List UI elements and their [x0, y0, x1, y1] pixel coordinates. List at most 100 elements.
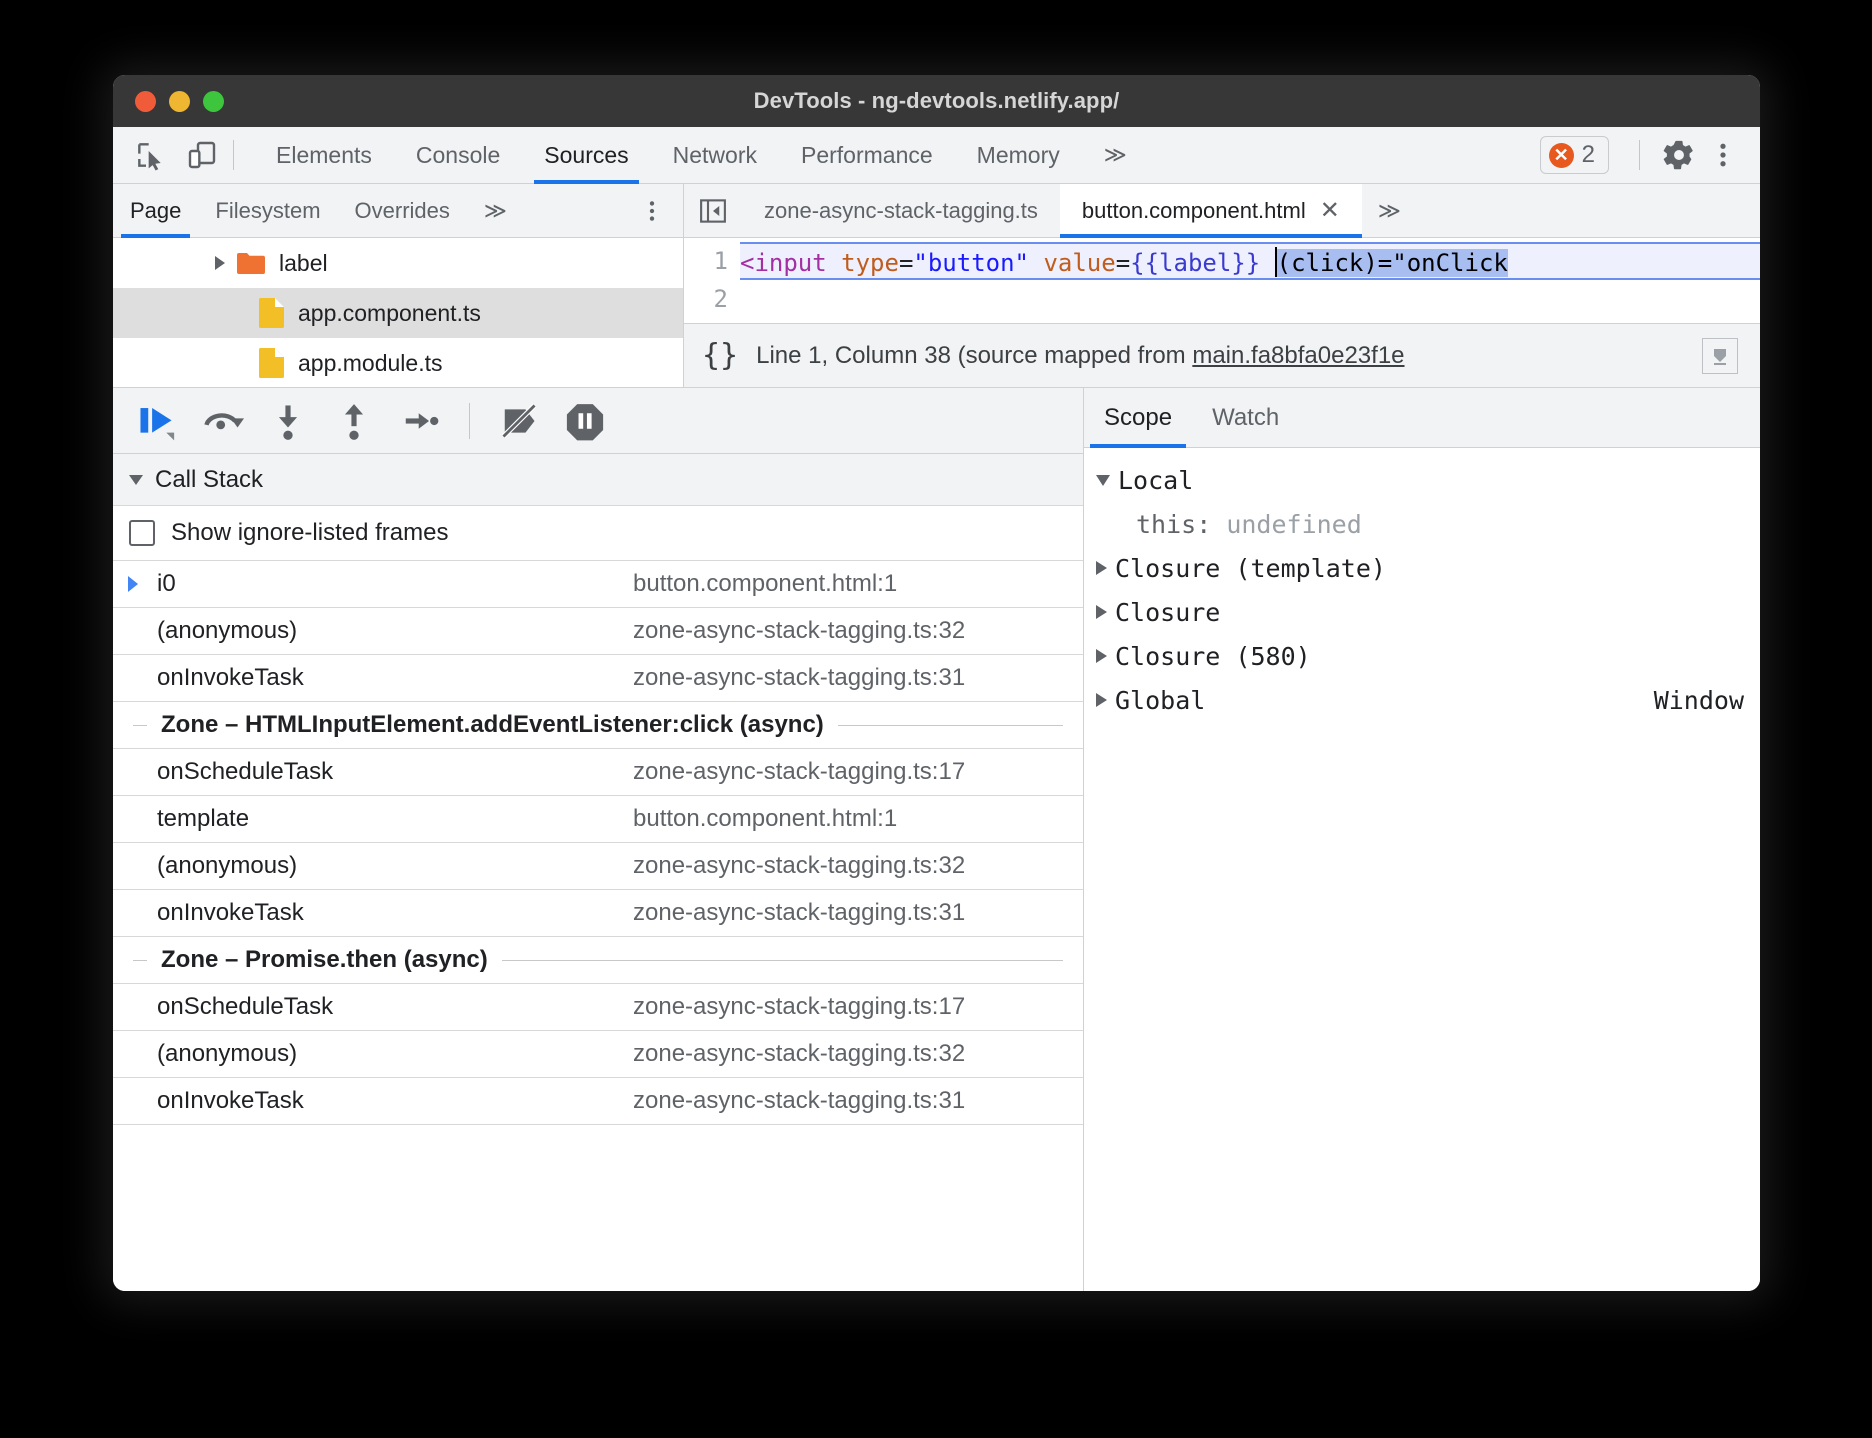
- code-line-1[interactable]: <input type="button" value={{label}} (cl…: [740, 242, 1760, 280]
- panel-tab-list: Elements Console Sources Network Perform…: [254, 127, 1149, 183]
- code-lines[interactable]: <input type="button" value={{label}} (cl…: [740, 238, 1760, 323]
- call-stack-row[interactable]: onInvokeTask zone-async-stack-tagging.ts…: [113, 890, 1083, 937]
- call-stack-row[interactable]: onScheduleTask zone-async-stack-tagging.…: [113, 984, 1083, 1031]
- gear-icon[interactable]: [1658, 134, 1700, 176]
- editor-pane: zone-async-stack-tagging.ts button.compo…: [684, 184, 1760, 387]
- show-ignore-listed-frames-checkbox[interactable]: [129, 520, 155, 546]
- device-toolbar-icon[interactable]: [183, 136, 221, 174]
- tab-console[interactable]: Console: [394, 127, 522, 183]
- nav-tab-overrides[interactable]: Overrides: [338, 184, 467, 237]
- close-icon[interactable]: ✕: [1320, 196, 1340, 225]
- error-count-badge[interactable]: ✕ 2: [1540, 136, 1609, 174]
- tree-item-app-module-ts[interactable]: app.module.ts: [113, 338, 683, 387]
- async-rule-right: [838, 725, 1063, 726]
- chevron-right-icon[interactable]: [1096, 605, 1107, 619]
- tab-sources-label: Sources: [544, 142, 628, 169]
- file-tree: label app.component.ts: [113, 238, 683, 387]
- file-icon: [259, 298, 284, 328]
- call-stack-frame-name: (anonymous): [157, 1040, 297, 1068]
- download-icon[interactable]: [1702, 338, 1738, 374]
- call-stack-section-header[interactable]: Call Stack: [113, 454, 1083, 506]
- tab-scope[interactable]: Scope: [1084, 388, 1192, 447]
- call-stack-frame-location: zone-async-stack-tagging.ts:17: [633, 993, 965, 1021]
- code-selection: (click)="onClick: [1277, 249, 1508, 277]
- toolbar-right-divider: [1639, 140, 1640, 170]
- editor-tab-button-component-html[interactable]: button.component.html ✕: [1060, 184, 1362, 237]
- chevron-right-icon[interactable]: [1096, 649, 1107, 663]
- scope-group-closure-580[interactable]: Closure (580): [1084, 634, 1760, 678]
- code-token-space: [1260, 249, 1274, 277]
- async-rule-left: [133, 960, 147, 961]
- call-stack-frame-name: onInvokeTask: [157, 1087, 304, 1115]
- chevron-down-icon[interactable]: [1096, 475, 1110, 486]
- tab-elements[interactable]: Elements: [254, 127, 394, 183]
- call-stack-async-separator: Zone – HTMLInputElement.addEventListener…: [113, 702, 1083, 749]
- tab-sources[interactable]: Sources: [522, 127, 650, 183]
- code-token-attr: value: [1029, 249, 1116, 277]
- kebab-icon[interactable]: [1702, 134, 1744, 176]
- code-line-2[interactable]: [740, 280, 1760, 318]
- tree-item-label-folder[interactable]: label: [113, 238, 683, 288]
- debugger-toolbar-divider: [469, 403, 470, 439]
- call-stack-row[interactable]: onInvokeTask zone-async-stack-tagging.ts…: [113, 655, 1083, 702]
- scope-group-closure-template[interactable]: Closure (template): [1084, 546, 1760, 590]
- pause-on-exceptions-button[interactable]: [560, 396, 610, 446]
- scope-group-label: Local: [1118, 466, 1193, 495]
- code-editor[interactable]: 1 2 <input type="button" value={{label}}…: [684, 238, 1760, 323]
- show-ignore-listed-frames-row[interactable]: Show ignore-listed frames: [113, 506, 1083, 561]
- navigator-kebab-icon[interactable]: [621, 184, 683, 237]
- tab-performance[interactable]: Performance: [779, 127, 955, 183]
- inspect-element-icon[interactable]: [131, 136, 169, 174]
- scope-property-this[interactable]: this: undefined: [1084, 502, 1760, 546]
- call-stack-row[interactable]: onScheduleTask zone-async-stack-tagging.…: [113, 749, 1083, 796]
- panel-collapse-icon[interactable]: [684, 184, 742, 237]
- call-stack-row[interactable]: (anonymous) zone-async-stack-tagging.ts:…: [113, 608, 1083, 655]
- chevron-double-right-icon: ≫: [1378, 198, 1401, 224]
- scope-group-local[interactable]: Local: [1084, 458, 1760, 502]
- line-number: 2: [684, 280, 728, 318]
- tab-watch[interactable]: Watch: [1192, 388, 1299, 447]
- step-over-next-function-call-button[interactable]: [197, 396, 247, 446]
- chevron-right-icon[interactable]: [1096, 693, 1107, 707]
- call-stack-list: i0 button.component.html:1 (anonymous) z…: [113, 561, 1083, 1291]
- pretty-print-icon[interactable]: {}: [702, 338, 738, 373]
- call-stack-row[interactable]: (anonymous) zone-async-stack-tagging.ts:…: [113, 1031, 1083, 1078]
- call-stack-row[interactable]: (anonymous) zone-async-stack-tagging.ts:…: [113, 843, 1083, 890]
- chevron-right-icon[interactable]: [1096, 561, 1107, 575]
- editor-tabs-overflow-icon[interactable]: ≫: [1362, 184, 1417, 237]
- tab-memory-label: Memory: [977, 142, 1060, 169]
- window-titlebar: DevTools - ng-devtools.netlify.app/: [113, 75, 1760, 127]
- call-stack-frame-location: zone-async-stack-tagging.ts:31: [633, 899, 965, 927]
- toolbar-left-icons: [113, 127, 221, 183]
- tree-item-label: app.module.ts: [298, 350, 442, 377]
- tab-memory[interactable]: Memory: [955, 127, 1082, 183]
- nav-tabs-overflow-icon[interactable]: ≫: [467, 184, 524, 237]
- tab-network[interactable]: Network: [651, 127, 779, 183]
- call-stack-row[interactable]: i0 button.component.html:1: [113, 561, 1083, 608]
- deactivate-breakpoints-button[interactable]: [494, 396, 544, 446]
- code-token-string: "button": [913, 249, 1029, 277]
- scope-group-label: Global: [1115, 686, 1205, 715]
- tree-item-app-component-ts[interactable]: app.component.ts: [113, 288, 683, 338]
- step-into-next-function-call-button[interactable]: [263, 396, 313, 446]
- step-out-of-current-function-button[interactable]: [329, 396, 379, 446]
- scope-tab-list: Scope Watch: [1084, 388, 1760, 448]
- chevron-right-icon[interactable]: [215, 256, 225, 270]
- tab-watch-label: Watch: [1212, 404, 1279, 432]
- nav-tab-page[interactable]: Page: [113, 184, 198, 237]
- call-stack-frame-name: onInvokeTask: [157, 664, 304, 692]
- call-stack-row[interactable]: onInvokeTask zone-async-stack-tagging.ts…: [113, 1078, 1083, 1125]
- toolbar-right-group: ✕ 2: [1540, 127, 1760, 183]
- devtools-window: DevTools - ng-devtools.netlify.app/: [113, 75, 1760, 1291]
- editor-tab-zone-async-stack-tagging[interactable]: zone-async-stack-tagging.ts: [742, 184, 1060, 237]
- call-stack-row[interactable]: template button.component.html:1: [113, 796, 1083, 843]
- code-token-operator: =: [899, 249, 913, 277]
- nav-tab-filesystem[interactable]: Filesystem: [198, 184, 337, 237]
- resume-script-execution-button[interactable]: [131, 396, 181, 446]
- scope-group-global[interactable]: Global Window: [1084, 678, 1760, 722]
- step-button[interactable]: [395, 396, 445, 446]
- scope-group-closure[interactable]: Closure: [1084, 590, 1760, 634]
- panel-tabs-overflow-icon[interactable]: ≫: [1082, 127, 1149, 183]
- scope-pane: Scope Watch Local this: undefined Closur…: [1084, 388, 1760, 1291]
- source-map-link[interactable]: main.fa8bfa0e23f1e: [1192, 342, 1404, 369]
